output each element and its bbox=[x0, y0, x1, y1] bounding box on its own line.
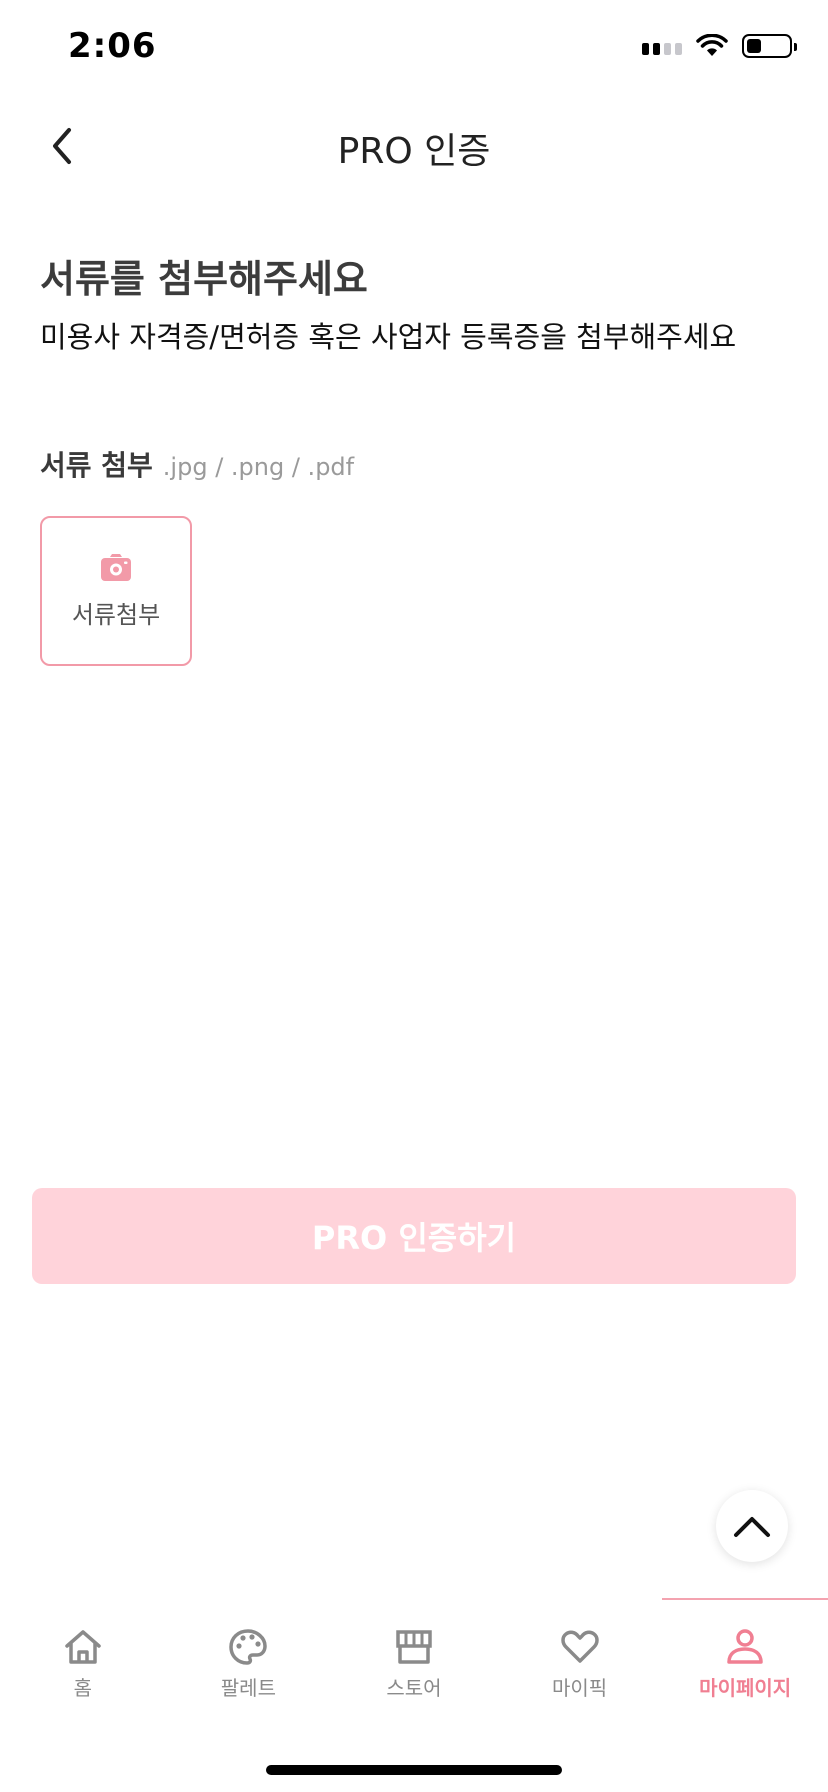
screen: 2:06 PRO 인증 서류를 첨부해주세요 미용사 자격증/면허증 혹은 사업… bbox=[0, 0, 828, 1792]
person-icon bbox=[727, 1629, 763, 1664]
chevron-up-icon bbox=[734, 1517, 770, 1537]
battery-icon bbox=[742, 34, 797, 58]
attach-label-row: 서류 첨부 .jpg / .png / .pdf bbox=[40, 444, 354, 484]
tab-mypage[interactable]: 마이페이지 bbox=[662, 1598, 828, 1710]
status-time: 2:06 bbox=[68, 26, 157, 66]
heart-icon bbox=[560, 1630, 599, 1663]
home-icon bbox=[65, 1630, 101, 1664]
header: PRO 인증 bbox=[0, 100, 828, 190]
status-icons bbox=[642, 34, 797, 58]
tab-label: 스토어 bbox=[386, 1676, 442, 1700]
pro-verify-button[interactable]: PRO 인증하기 bbox=[32, 1188, 796, 1284]
palette-icon bbox=[229, 1629, 268, 1665]
tab-palette[interactable]: 팔레트 bbox=[166, 1598, 332, 1710]
tab-store[interactable]: 스토어 bbox=[331, 1598, 497, 1710]
attach-label: 서류 첨부 bbox=[40, 449, 153, 482]
page-title: PRO 인증 bbox=[337, 131, 491, 172]
scroll-top-button[interactable] bbox=[716, 1490, 788, 1562]
store-icon bbox=[396, 1630, 432, 1664]
section-title: 서류를 첨부해주세요 bbox=[40, 257, 368, 301]
tab-label: 홈 bbox=[73, 1676, 92, 1700]
camera-icon bbox=[101, 553, 131, 581]
wifi-icon bbox=[696, 34, 728, 56]
tab-label: 마이픽 bbox=[551, 1676, 608, 1700]
home-indicator bbox=[266, 1765, 562, 1775]
tab-label: 마이페이지 bbox=[699, 1676, 792, 1700]
cellular-signal-icon bbox=[642, 37, 682, 55]
tab-home[interactable]: 홈 bbox=[0, 1598, 166, 1710]
attach-formats: .jpg / .png / .pdf bbox=[162, 453, 355, 481]
attach-box-label: 서류첨부 bbox=[71, 600, 161, 629]
tab-bar: 홈 팔레트 스토어 마이픽 마이페이지 bbox=[0, 1598, 828, 1710]
attach-document-button[interactable]: 서류첨부 bbox=[40, 516, 192, 666]
tab-mypick[interactable]: 마이픽 bbox=[497, 1598, 663, 1710]
status-bar: 2:06 bbox=[0, 0, 828, 100]
tab-label: 팔레트 bbox=[220, 1676, 276, 1700]
section-description: 미용사 자격증/면허증 혹은 사업자 등록증을 첨부해주세요 bbox=[40, 320, 737, 354]
